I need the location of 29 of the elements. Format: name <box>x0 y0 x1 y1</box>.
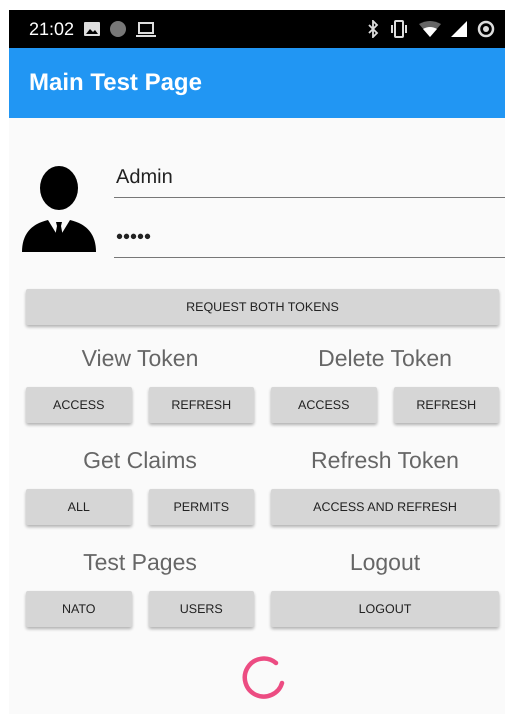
user-avatar-icon <box>22 166 96 252</box>
bluetooth-icon <box>367 20 379 38</box>
action-button[interactable]: REFRESH <box>394 387 499 423</box>
action-button[interactable]: ACCESS AND REFRESH <box>271 489 499 525</box>
wifi-icon <box>419 21 441 37</box>
vibrate-icon <box>389 20 409 38</box>
section-heading: Delete Token <box>317 344 453 373</box>
signal-icon <box>451 21 467 37</box>
password-field[interactable]: ••••• <box>114 220 505 258</box>
image-icon <box>84 22 100 36</box>
action-button[interactable]: ACCESS <box>26 387 132 423</box>
app-bar-title: Main Test Page <box>29 69 202 97</box>
action-button[interactable]: REFRESH <box>148 387 254 423</box>
action-button[interactable]: LOGOUT <box>271 591 499 627</box>
action-button[interactable]: ALL <box>26 489 132 525</box>
section-heading: Logout <box>348 548 422 577</box>
action-button[interactable]: ACCESS <box>271 387 376 423</box>
username-field[interactable]: Admin <box>114 160 505 198</box>
section-heading: Get Claims <box>82 446 198 475</box>
action-button[interactable]: NATO <box>26 591 132 627</box>
action-button[interactable]: USERS <box>148 591 254 627</box>
laptop-icon <box>136 21 156 37</box>
section-heading: View Token <box>80 344 200 373</box>
section-heading: Test Pages <box>82 548 198 577</box>
section-heading: Refresh Token <box>310 446 460 475</box>
status-time: 21:02 <box>29 18 74 40</box>
request-tokens-button[interactable]: REQUEST BOTH TOKENS <box>26 289 499 325</box>
action-button[interactable]: PERMITS <box>148 489 254 525</box>
circle-icon <box>110 21 126 37</box>
